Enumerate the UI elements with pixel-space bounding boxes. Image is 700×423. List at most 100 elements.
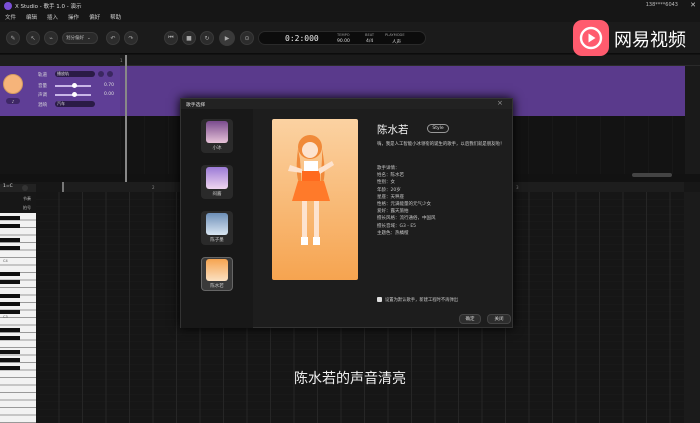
singer-name: 小冰 — [212, 146, 222, 151]
dialog-close-icon[interactable]: × — [497, 99, 503, 107]
stop-icon[interactable]: ■ — [182, 31, 196, 45]
ruler-mark-2: 2 — [152, 185, 155, 190]
time-display: 0:2:000 — [285, 34, 319, 43]
singer-intro: 嗨，我是人工智能小冰领衔的诞生的歌手，以后我们就是朋友啦！ — [377, 142, 505, 147]
track-list-empty — [0, 116, 120, 174]
menu-item-insert[interactable]: 插入 — [47, 13, 58, 21]
watermark-text: 网易视频 — [614, 30, 686, 51]
key-selector[interactable]: 1=C — [0, 184, 36, 192]
detail-range: 擅长音域：G3 - E5 — [377, 223, 417, 229]
playmode-value[interactable]: 人声 — [392, 39, 401, 45]
singer-details: 歌手详情： 姓名：陈水若 性别：女 年龄：20岁 星座：天秤座 性格：元满能量的… — [377, 165, 436, 237]
detail-zodiac: 星座：天秤座 — [377, 194, 404, 200]
piano-black-key[interactable] — [0, 216, 20, 220]
volume-slider-handle[interactable] — [72, 83, 77, 88]
piano-black-key[interactable] — [0, 238, 20, 242]
tempo-label: TEMPO — [337, 33, 350, 37]
style-badge[interactable]: Style — [427, 124, 449, 133]
pen-tool-icon[interactable]: ✎ — [6, 31, 20, 45]
tempo-value[interactable]: 90.00 — [337, 39, 350, 44]
play-icon[interactable]: ▶ — [219, 30, 235, 46]
playmode-label: PLAYMODE — [385, 33, 405, 37]
reverb-select[interactable]: 汽车 — [55, 101, 95, 107]
solo-button[interactable] — [107, 71, 113, 77]
piano-black-key[interactable] — [0, 280, 20, 284]
snap-tool-icon[interactable]: ⌁ — [44, 31, 58, 45]
select-tool-icon[interactable]: ↖ — [26, 31, 40, 45]
close-button[interactable]: 关闭 — [487, 314, 511, 324]
piano-black-key[interactable] — [0, 294, 20, 298]
menu-item-help[interactable]: 帮助 — [110, 13, 121, 21]
piano-black-key[interactable] — [0, 358, 20, 362]
singer-avatar-icon — [206, 259, 228, 281]
close-button-label: 关闭 — [494, 317, 504, 322]
note-label-c4: C4 — [3, 259, 8, 263]
subtitle-text: 陈水若的声音清亮 — [294, 371, 406, 387]
piano-black-key[interactable] — [0, 350, 20, 354]
menu-item-preference[interactable]: 偏好 — [89, 13, 100, 21]
video-subtitle: 陈水若的声音清亮 — [0, 368, 700, 388]
singer-list: 小冰 闷酱 陈子墨 陈水若 — [181, 109, 253, 328]
piano-black-key[interactable] — [0, 272, 20, 276]
playhead[interactable] — [125, 55, 127, 185]
microphone-icon[interactable]: ♪ — [6, 98, 20, 104]
ruler-mark-3: 3 — [516, 185, 519, 190]
track-name-input[interactable]: 播放轨 — [55, 71, 95, 77]
singer-name: 陈子墨 — [210, 238, 224, 243]
undo-icon[interactable]: ↶ — [106, 31, 120, 45]
redo-icon[interactable]: ↷ — [124, 31, 138, 45]
user-account[interactable]: 138****6043 — [646, 2, 678, 8]
horizontal-scrollbar[interactable] — [632, 173, 672, 177]
piano-black-key[interactable] — [0, 246, 20, 250]
detail-hobby: 爱好：露天旅拍 — [377, 209, 409, 215]
default-singer-checkbox[interactable] — [377, 297, 382, 302]
beat-value[interactable]: 4/4 — [366, 39, 373, 44]
track-label: 轨道 — [38, 73, 47, 78]
singer-avatar-icon — [206, 167, 228, 189]
singer-avatar-icon — [206, 121, 228, 143]
confirm-button[interactable]: 确定 — [459, 314, 481, 324]
confirm-button-label: 确定 — [465, 317, 475, 322]
piano-black-key[interactable] — [0, 328, 20, 332]
detail-age: 年龄：20岁 — [377, 187, 401, 193]
mode-select[interactable]: 划分偏好 ⌄ — [62, 32, 98, 44]
singer-avatar-icon[interactable] — [3, 74, 23, 94]
volume-value: 0.70 — [104, 83, 115, 88]
pitch-label: 声调 — [38, 93, 47, 98]
loop-icon[interactable]: ↻ — [200, 31, 214, 45]
track-name-value: 播放轨 — [57, 71, 69, 76]
dialog-header: 歌手选择 × — [181, 99, 512, 109]
piano-black-key[interactable] — [0, 336, 20, 340]
singer-item-xiaobing[interactable]: 小冰 — [201, 119, 233, 153]
editor-tempo-label: 节奏 — [23, 196, 31, 201]
piano-black-key[interactable] — [0, 302, 20, 306]
settings-icon[interactable] — [22, 185, 28, 191]
singer-name: 陈水若 — [210, 284, 224, 289]
vertical-scrollbar[interactable] — [685, 66, 700, 174]
pitch-slider-handle[interactable] — [72, 92, 77, 97]
volume-label: 音量 — [38, 84, 47, 89]
close-icon[interactable]: ✕ — [690, 1, 696, 9]
detail-personality: 性格：元满能量的元气少女 — [377, 202, 431, 208]
singer-item-chenzimo[interactable]: 陈子墨 — [201, 211, 233, 245]
transport-display: 0:2:000 TEMPO 90.00 BEAT 4/4 PLAYMODE 人声 — [258, 31, 426, 45]
note-label-c3: C3 — [3, 315, 8, 319]
singer-item-menjiang[interactable]: 闷酱 — [201, 165, 233, 199]
track-panel: ♪ 轨道 播放轨 音量 0.70 声调 0.00 混响 汽车 — [0, 66, 120, 116]
editor-scrollbar[interactable] — [684, 192, 700, 423]
menu-item-file[interactable]: 文件 — [5, 13, 16, 21]
mute-button[interactable] — [98, 71, 104, 77]
record-icon[interactable]: ⊙ — [240, 31, 254, 45]
detail-styles: 擅长风格：流行通俗，中国风 — [377, 216, 436, 222]
singer-select-dialog: 歌手选择 × 小冰 闷酱 陈子墨 陈水若 陈水若 Style 嗨，我是人工智能小… — [180, 98, 513, 328]
piano-black-key[interactable] — [0, 224, 20, 228]
app-logo-icon — [4, 2, 12, 10]
singer-avatar-icon — [206, 213, 228, 235]
pitch-value: 0.00 — [104, 92, 115, 97]
menu-item-action[interactable]: 操作 — [68, 13, 79, 21]
singer-item-chenshuiruo[interactable]: 陈水若 — [201, 257, 233, 291]
piano-black-key[interactable] — [0, 310, 20, 314]
mode-select-label: 划分偏好 — [66, 36, 84, 41]
rewind-icon[interactable]: ⏮ — [164, 31, 178, 45]
menu-item-edit[interactable]: 编辑 — [26, 13, 37, 21]
